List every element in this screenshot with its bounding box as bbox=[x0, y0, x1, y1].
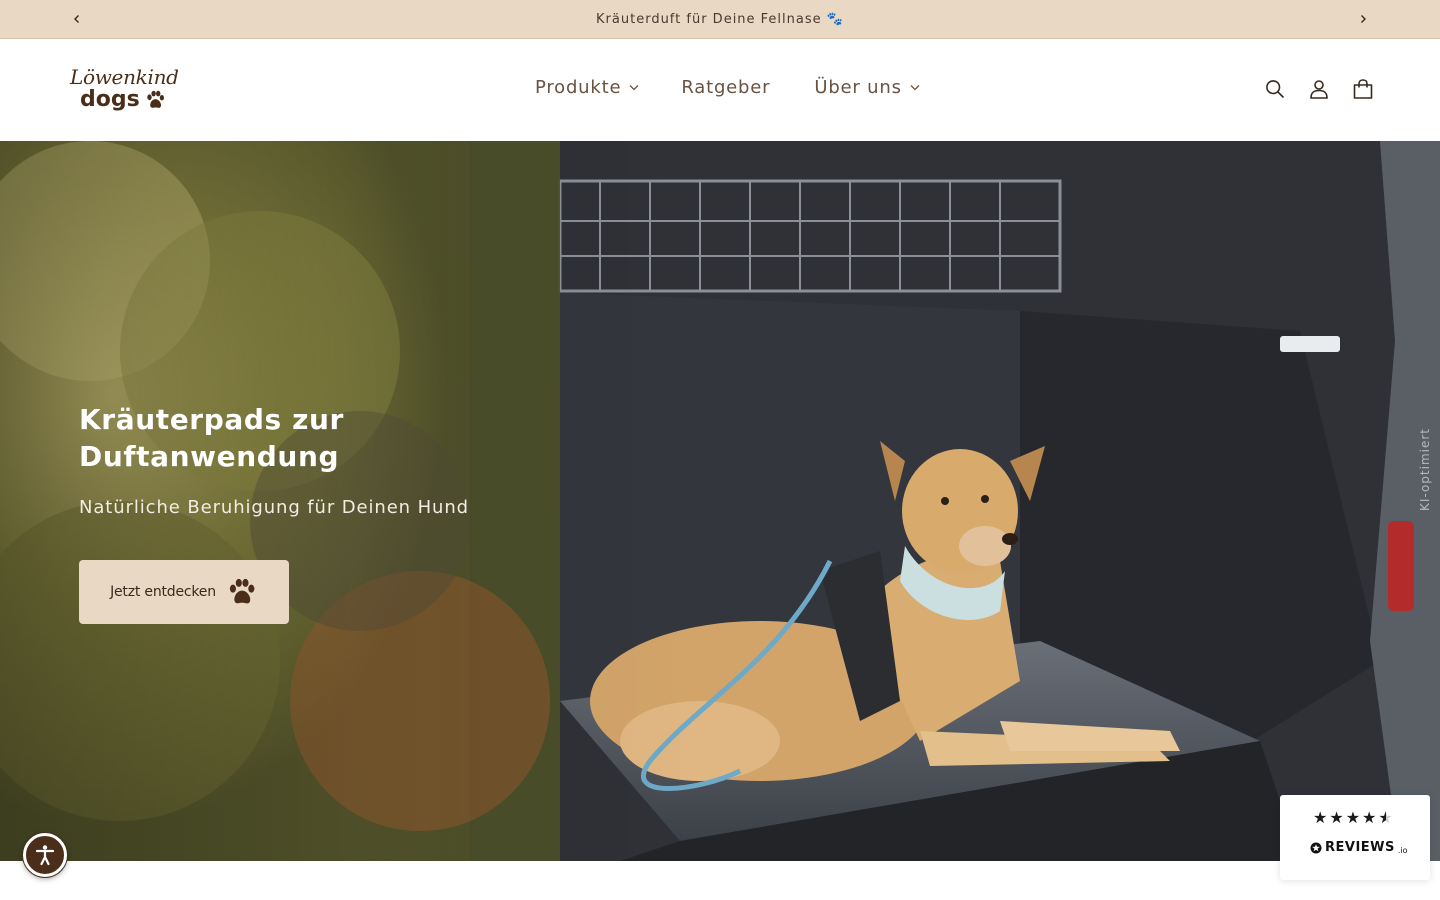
reviews-badge[interactable]: ★ ★ ★ ★ ★ REVIEWS .io bbox=[1280, 795, 1430, 880]
site-header: Löwenkind dogs Produkte Ratgeber Über un… bbox=[0, 39, 1440, 141]
announcement-prev-button[interactable] bbox=[67, 9, 87, 29]
nav-item-label: Produkte bbox=[535, 77, 622, 98]
logo-line2-wrap: dogs bbox=[80, 88, 180, 112]
announcement-text: Kräuterduft für Deine Fellnase 🐾 bbox=[596, 11, 844, 27]
star-icon: ★ bbox=[1329, 808, 1344, 827]
nav-item-label: Über uns bbox=[814, 77, 902, 98]
accessibility-icon bbox=[35, 845, 55, 866]
nav-item-produkte[interactable]: Produkte bbox=[535, 77, 639, 98]
logo-line2: dogs bbox=[80, 87, 140, 112]
hero-banner: Kräuterpads zur Duftanwendung Natürliche… bbox=[0, 141, 1440, 861]
chevron-left-icon bbox=[74, 15, 79, 23]
main-nav: Produkte Ratgeber Über uns bbox=[535, 77, 920, 98]
account-icon bbox=[1310, 80, 1328, 99]
logo-line1: Löwenkind bbox=[70, 65, 179, 89]
nav-item-ueber-uns[interactable]: Über uns bbox=[814, 77, 920, 98]
half-star-icon: ★ bbox=[1378, 808, 1393, 827]
chevron-down-icon bbox=[629, 84, 639, 91]
site-logo[interactable]: Löwenkind dogs bbox=[70, 66, 180, 118]
reviews-star-icon bbox=[1310, 842, 1322, 853]
nav-item-label: Ratgeber bbox=[681, 77, 771, 98]
header-icons bbox=[1264, 76, 1374, 102]
announcement-bar: Kräuterduft für Deine Fellnase 🐾 bbox=[0, 0, 1440, 39]
chevron-right-icon bbox=[1361, 15, 1366, 23]
accessibility-button[interactable] bbox=[23, 833, 67, 877]
announcement-next-button[interactable] bbox=[1353, 9, 1373, 29]
paw-icon bbox=[147, 90, 164, 108]
reviews-brand-name: REVIEWS bbox=[1325, 840, 1395, 855]
chevron-down-icon bbox=[910, 84, 920, 91]
hero-subtitle: Natürliche Beruhigung für Deinen Hund bbox=[79, 497, 469, 518]
rating-stars: ★ ★ ★ ★ ★ bbox=[1313, 809, 1393, 827]
discover-button-label: Jetzt entdecken bbox=[110, 584, 216, 600]
star-icon: ★ bbox=[1345, 808, 1361, 827]
discover-button[interactable]: Jetzt entdecken bbox=[79, 560, 289, 624]
nav-item-ratgeber[interactable]: Ratgeber bbox=[681, 77, 770, 98]
ai-generated-label: KI-optimiert bbox=[1418, 427, 1432, 511]
paw-icon bbox=[229, 578, 255, 604]
reviews-brand-suffix: .io bbox=[1397, 845, 1408, 855]
reviews-brand: REVIEWS .io bbox=[1310, 840, 1408, 855]
search-button[interactable] bbox=[1264, 76, 1286, 102]
search-icon bbox=[1266, 80, 1285, 99]
hero-title: Kräuterpads zur Duftanwendung bbox=[79, 403, 344, 473]
cart-button[interactable] bbox=[1352, 76, 1374, 102]
account-button[interactable] bbox=[1308, 76, 1330, 102]
star-icon: ★ bbox=[1313, 808, 1328, 827]
star-icon: ★ bbox=[1362, 808, 1377, 827]
cart-icon bbox=[1353, 79, 1373, 99]
